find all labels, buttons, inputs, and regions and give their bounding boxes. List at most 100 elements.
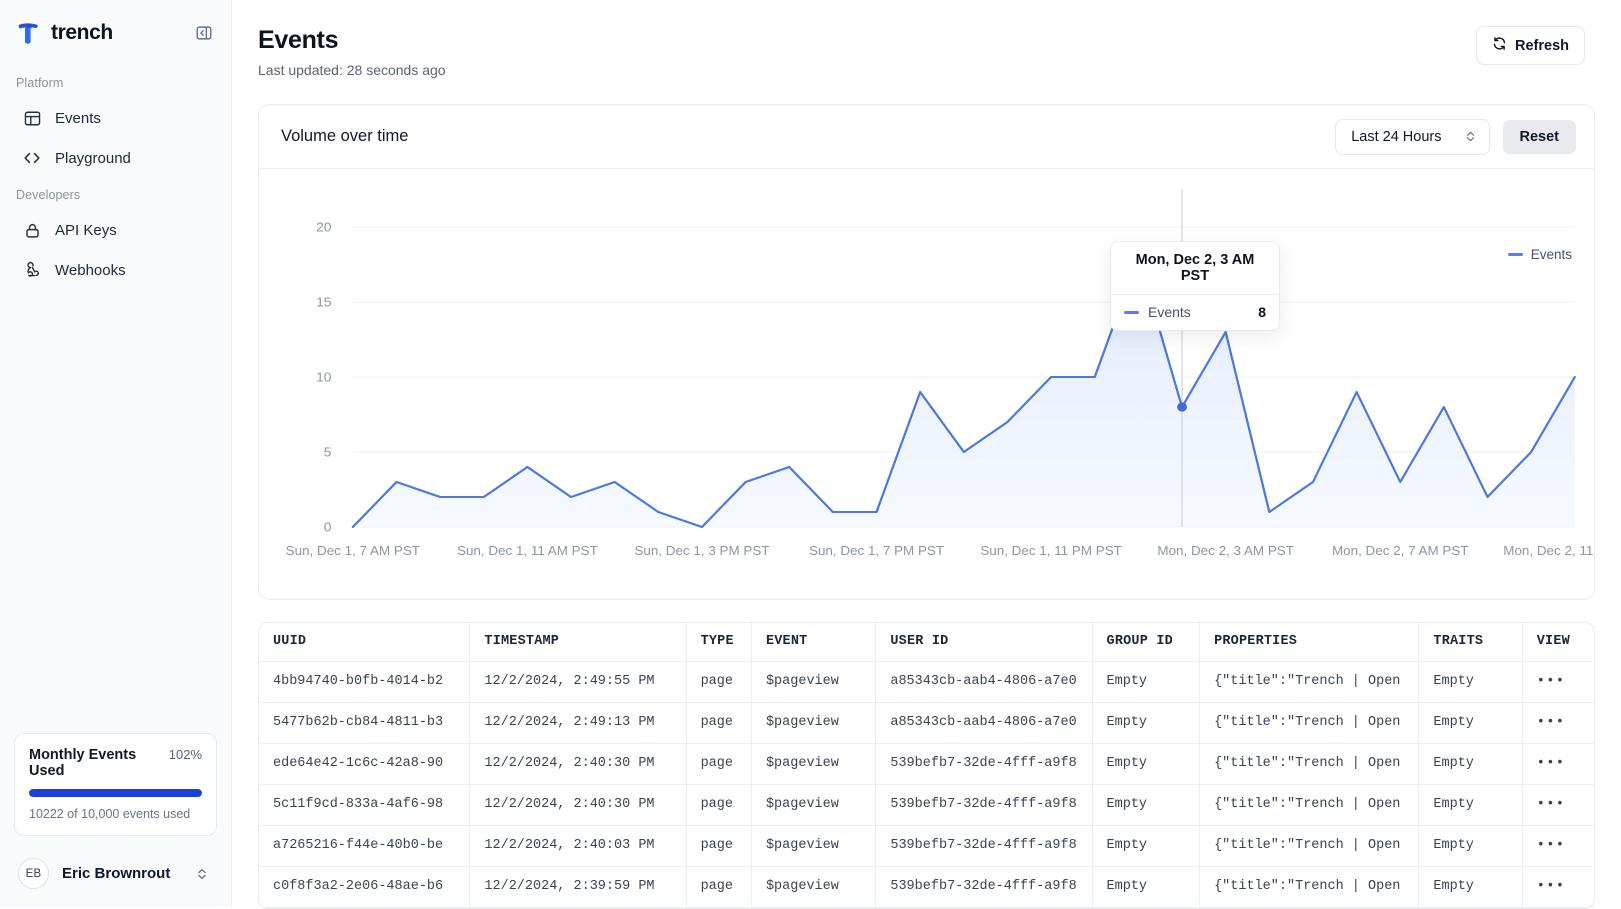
cell-user-id: 539befb7-32de-4fff-a9f8 (875, 825, 1093, 867)
chevron-updown-icon (195, 867, 209, 881)
table-row[interactable]: a7265216-f44e-40b0-be 12/2/2024, 2:40:03 … (259, 825, 1594, 867)
cell-type: page (686, 743, 752, 785)
table-header-timestamp[interactable]: TIMESTAMP (469, 623, 687, 662)
table-header-properties[interactable]: PROPERTIES (1199, 623, 1420, 662)
svg-text:10: 10 (316, 370, 331, 385)
tooltip-row: Events 8 (1111, 295, 1279, 330)
sidebar-item-api-keys[interactable]: API Keys (12, 210, 219, 250)
events-table-head: UUID TIMESTAMP TYPE EVENT USER ID GROUP ID PRO… (259, 623, 1594, 662)
table-header-type[interactable]: TYPE (686, 623, 752, 662)
refresh-icon (1492, 36, 1507, 55)
table-row[interactable]: 5c11f9cd-833a-4af6-98 12/2/2024, 2:40:30 … (259, 784, 1594, 826)
events-table-body: 4bb94740-b0fb-4014-b2 12/2/2024, 2:49:55 … (259, 661, 1594, 908)
panel-collapse-icon[interactable] (193, 22, 215, 44)
svg-text:0: 0 (324, 520, 332, 535)
sidebar-item-webhooks[interactable]: Webhooks (12, 250, 219, 290)
table-row[interactable]: 5477b62b-cb84-4811-b3 12/2/2024, 2:49:13 … (259, 702, 1594, 744)
chart-y-axis-labels: 0 5 10 15 20 (316, 220, 331, 535)
table-header-event[interactable]: EVENT (751, 623, 877, 662)
row-actions-ellipsis-icon[interactable]: ••• (1522, 661, 1594, 703)
row-actions-ellipsis-icon[interactable]: ••• (1522, 866, 1594, 908)
cell-traits: Empty (1418, 743, 1523, 785)
cell-event: $pageview (751, 866, 877, 908)
sidebar-item-label: API Keys (55, 221, 117, 239)
row-actions-ellipsis-icon[interactable]: ••• (1522, 784, 1594, 826)
sidebar-section-label-developers: Developers (16, 188, 81, 202)
cell-uuid: a7265216-f44e-40b0-be (259, 825, 471, 867)
sidebar-item-label: Events (55, 109, 101, 127)
sidebar-item-label: Webhooks (55, 261, 126, 279)
cell-uuid: c0f8f3a2-2e06-48ae-b6 (259, 866, 471, 908)
chart-card-header: Volume over time Last 24 Hours Reset (259, 105, 1594, 169)
tooltip-series-name: Events (1148, 304, 1191, 320)
cell-timestamp: 12/2/2024, 2:49:55 PM (469, 661, 687, 703)
usage-header: Monthly Events Used 102% (29, 747, 202, 779)
usage-progress-fill (29, 789, 202, 797)
cell-properties: {"title":"Trench | Open (1199, 784, 1420, 826)
reset-button[interactable]: Reset (1502, 119, 1576, 154)
legend-label: Events (1530, 247, 1572, 262)
table-header-view[interactable]: VIEW (1522, 623, 1594, 662)
trench-logo-icon (14, 19, 42, 47)
cell-uuid: 5c11f9cd-833a-4af6-98 (259, 784, 471, 826)
sidebar-item-events[interactable]: Events (12, 98, 219, 138)
row-actions-ellipsis-icon[interactable]: ••• (1522, 825, 1594, 867)
cell-group-id: Empty (1092, 743, 1201, 785)
app-root: trench Platform Events Playground Develo… (0, 0, 1621, 909)
cell-type: page (686, 866, 752, 908)
table-header-traits[interactable]: TRAITS (1418, 623, 1523, 662)
usage-title: Monthly Events Used (29, 747, 137, 779)
chart-section: Volume over time Last 24 Hours Reset 0 5… (232, 78, 1621, 600)
table-row[interactable]: c0f8f3a2-2e06-48ae-b6 12/2/2024, 2:39:59 … (259, 866, 1594, 908)
cell-uuid: 4bb94740-b0fb-4014-b2 (259, 661, 471, 703)
volume-chart-card: Volume over time Last 24 Hours Reset 0 5… (258, 104, 1595, 600)
refresh-button[interactable]: Refresh (1476, 26, 1585, 65)
cell-event: $pageview (751, 743, 877, 785)
events-table: UUID TIMESTAMP TYPE EVENT USER ID GROUP ID PRO… (259, 623, 1594, 908)
volume-line-chart[interactable]: 05101520 Sun, Dec 1, 7 AM PST Sun, Dec 1,… (259, 169, 1594, 599)
sidebar-nav-platform: Events Playground (0, 98, 231, 178)
time-range-select[interactable]: Last 24 Hours (1335, 118, 1490, 155)
chart-legend[interactable]: Events (1507, 247, 1572, 262)
cell-uuid: 5477b62b-cb84-4811-b3 (259, 702, 471, 744)
table-row[interactable]: 4bb94740-b0fb-4014-b2 12/2/2024, 2:49:55 … (259, 661, 1594, 703)
cell-properties: {"title":"Trench | Open (1199, 825, 1420, 867)
svg-text:Sun, Dec 1, 7 AM PST: Sun, Dec 1, 7 AM PST (286, 543, 420, 558)
cell-user-id: 539befb7-32de-4fff-a9f8 (875, 866, 1093, 908)
main-content: Events Last updated: 28 seconds ago Refr… (232, 0, 1621, 909)
cell-user-id: 539befb7-32de-4fff-a9f8 (875, 784, 1093, 826)
chart-x-axis-labels: Sun, Dec 1, 7 AM PST Sun, Dec 1, 11 AM PS… (286, 543, 1594, 558)
svg-text:Mon, Dec 2, 11 AM PST: Mon, Dec 2, 11 AM PST (1503, 543, 1594, 558)
sidebar-item-playground[interactable]: Playground (12, 138, 219, 178)
page-header: Events Last updated: 28 seconds ago Refr… (232, 0, 1621, 78)
row-actions-ellipsis-icon[interactable]: ••• (1522, 743, 1594, 785)
chart-controls: Last 24 Hours Reset (1335, 118, 1576, 155)
table-layout-icon (22, 108, 42, 128)
tooltip-value: 8 (1258, 304, 1266, 320)
cell-timestamp: 12/2/2024, 2:40:30 PM (469, 743, 687, 785)
events-table-card: UUID TIMESTAMP TYPE EVENT USER ID GROUP ID PRO… (258, 622, 1595, 909)
tooltip-title: Mon, Dec 2, 3 AM PST (1111, 242, 1279, 295)
cell-type: page (686, 702, 752, 744)
brand[interactable]: trench (14, 19, 113, 47)
table-header-group-id[interactable]: GROUP ID (1092, 623, 1201, 662)
table-header-user-id[interactable]: USER ID (875, 623, 1093, 662)
tooltip-swatch (1124, 310, 1139, 314)
svg-text:5: 5 (324, 445, 332, 460)
cell-event: $pageview (751, 784, 877, 826)
brand-name: trench (51, 21, 113, 44)
table-header-uuid[interactable]: UUID (259, 623, 471, 662)
cell-type: page (686, 784, 752, 826)
cell-properties: {"title":"Trench | Open (1199, 702, 1420, 744)
sidebar-footer: Monthly Events Used 102% 10222 of 10,000… (0, 733, 231, 907)
usage-progress-bar (29, 789, 202, 797)
cell-group-id: Empty (1092, 661, 1201, 703)
chart-plot-area[interactable]: 0 5 10 15 20 Sun, Dec 1, 7 AM PST Sun, Dec 1,… (259, 169, 1594, 599)
cell-timestamp: 12/2/2024, 2:49:13 PM (469, 702, 687, 744)
row-actions-ellipsis-icon[interactable]: ••• (1522, 702, 1594, 744)
usage-card: Monthly Events Used 102% 10222 of 10,000… (14, 733, 217, 836)
profile-switcher[interactable]: EB Eric Brownrout (14, 852, 217, 895)
table-row[interactable]: ede64e42-1c6c-42a8-90 12/2/2024, 2:40:30 … (259, 743, 1594, 785)
chart-title: Volume over time (281, 127, 409, 145)
cell-traits: Empty (1418, 661, 1523, 703)
